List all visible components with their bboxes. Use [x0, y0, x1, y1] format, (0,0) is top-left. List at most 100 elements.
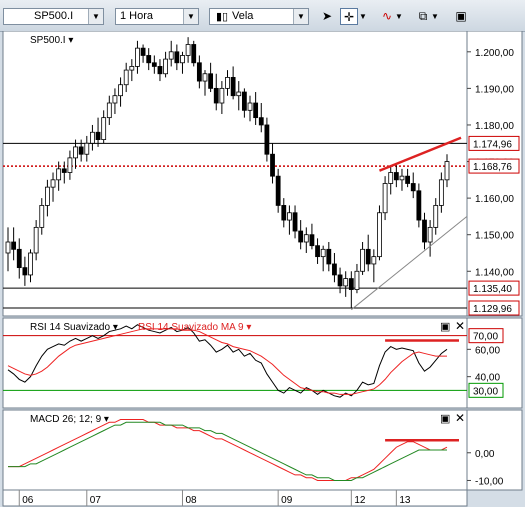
y-tick-label: 1.140,00: [475, 267, 514, 278]
candle: [287, 212, 292, 221]
candle: [90, 131, 95, 144]
macd-pane: 0,00 -10,00 MACD 26; 12; 9 ▾ ▣ ✕: [2, 409, 523, 491]
chart-style-label: Vela: [232, 10, 254, 22]
candle-icon: ▮▯: [216, 11, 229, 23]
chevron-down-icon[interactable]: ▼: [88, 9, 103, 24]
candle: [191, 44, 197, 64]
candle: [146, 55, 152, 64]
candle: [129, 66, 135, 71]
cursor-icon[interactable]: ➤: [318, 8, 336, 25]
candle: [438, 179, 444, 206]
candle: [202, 73, 208, 82]
y-tick-label: 1.200,00: [475, 48, 514, 59]
x-tick-label: 12: [354, 495, 366, 506]
rsi-level-label: 70,00: [473, 332, 498, 343]
price-level-label: 1.174,96: [473, 139, 512, 150]
candle: [196, 62, 202, 82]
crosshair-icon[interactable]: ✛: [340, 8, 358, 25]
candle: [315, 245, 320, 258]
candle: [101, 117, 107, 140]
macd-pane-title: MACD 26; 12; 9 ▾: [30, 414, 109, 425]
candle: [253, 102, 259, 119]
x-axis: 06 07 08 09 12 13: [2, 489, 468, 507]
x-tick-label: 07: [90, 495, 102, 506]
candle: [298, 230, 304, 243]
candle: [95, 131, 101, 140]
chevron-down-icon[interactable]: ▼: [394, 8, 404, 25]
candle: [163, 58, 168, 75]
properties-icon[interactable]: ▣: [452, 8, 470, 25]
close-icon: ✕: [455, 411, 465, 425]
chevron-down-icon[interactable]: ▼: [358, 8, 368, 25]
candle: [405, 175, 411, 184]
x-tick-label: 09: [281, 495, 293, 506]
candle: [281, 205, 287, 221]
price-level-label: 1.168,76: [473, 162, 512, 173]
price-level-label: 1.129,96: [473, 304, 512, 315]
candle: [219, 87, 225, 104]
chart-style-select[interactable]: ▮▯ Vela ▼: [209, 8, 309, 25]
candle: [422, 219, 427, 243]
candle: [303, 234, 309, 243]
rsi-ma-pane-title: RSI 14 Suavizado MA 9 ▾: [138, 322, 251, 333]
symbol-select[interactable]: SP500.I ▼: [3, 8, 104, 25]
candle: [123, 69, 129, 86]
y-tick-label: 1.180,00: [475, 121, 514, 132]
candle: [377, 212, 382, 258]
candle: [365, 248, 371, 265]
candle: [236, 91, 242, 97]
candle: [33, 226, 39, 254]
x-tick-label: 13: [399, 495, 411, 506]
x-tick-label: 08: [185, 495, 197, 506]
candle: [270, 153, 275, 177]
candle: [106, 102, 112, 119]
timeframe-select[interactable]: 1 Hora ▼: [115, 8, 199, 25]
price-level-label: 1.135,40: [473, 284, 512, 295]
candle: [371, 256, 377, 265]
candle: [225, 77, 230, 89]
y-tick-label: 0,00: [475, 449, 495, 460]
y-tick-label: 60,00: [475, 345, 500, 356]
rsi-pane: 60,00 40,00 70,00 30,00 RSI 14 Suavizado ▾ RS…: [2, 317, 523, 409]
chevron-down-icon[interactable]: ▼: [430, 8, 440, 25]
candle: [61, 168, 67, 173]
candle: [416, 190, 422, 221]
candle: [241, 91, 247, 111]
rsi-level-label: 30,00: [473, 386, 498, 397]
candle: [213, 87, 219, 104]
candle: [168, 51, 174, 60]
symbol-label: SP500.I: [34, 10, 74, 22]
candle: [50, 179, 56, 188]
candle: [151, 62, 157, 67]
candle: [337, 274, 343, 287]
candle: [399, 175, 405, 181]
y-tick-label: 1.190,00: [475, 84, 514, 95]
candle: [292, 212, 298, 232]
candle: [135, 47, 140, 67]
candle: [433, 205, 439, 228]
candle: [332, 263, 337, 276]
candle: [309, 234, 315, 247]
candle: [78, 146, 84, 155]
candle: [343, 278, 349, 287]
candle: [157, 66, 163, 75]
candle: [5, 241, 11, 254]
toolbar: SP500.I ▼ 1 Hora ▼ ▮▯ Vela ▼ ➤ ✛ ▼ ∿ ▼ ⧉…: [0, 0, 525, 32]
timeframe-label: 1 Hora: [120, 10, 154, 22]
price-pane-title: SP500.I ▾: [30, 35, 73, 46]
chevron-down-icon[interactable]: ▼: [183, 9, 198, 24]
candle: [393, 172, 399, 181]
candle: [174, 51, 180, 64]
candle: [360, 248, 365, 272]
chart-area[interactable]: 1.200,001.190,001.180,001.170,001.160,00…: [0, 31, 525, 507]
candle: [180, 55, 185, 64]
candle: [208, 73, 214, 89]
candle: [320, 248, 326, 258]
candle: [382, 183, 388, 214]
candle: [73, 146, 78, 159]
chevron-down-icon[interactable]: ▼: [293, 9, 308, 24]
candle: [247, 102, 253, 111]
close-icon: ✕: [455, 319, 465, 333]
candle: [11, 241, 17, 250]
candle: [22, 267, 28, 276]
